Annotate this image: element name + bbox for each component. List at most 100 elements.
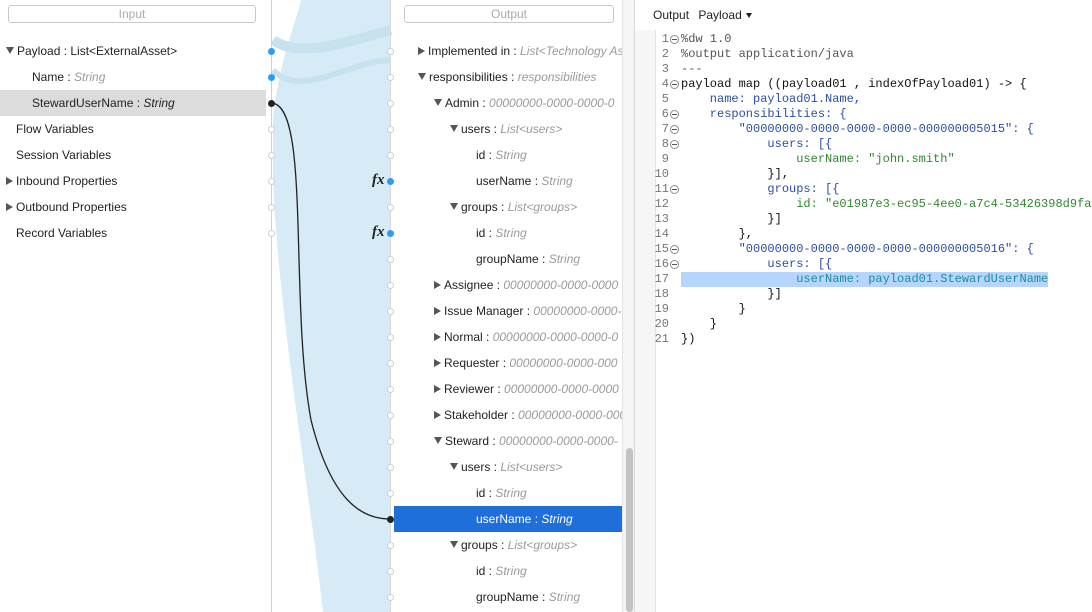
expand-arrow-icon[interactable] [6, 47, 14, 55]
code-line[interactable]: 13 }] [635, 212, 1092, 227]
connector-dot[interactable] [268, 74, 275, 81]
output-tree-admin-groups-groupname[interactable]: groupName : String [394, 246, 622, 272]
output-tree-steward-users-id[interactable]: id : String [394, 480, 622, 506]
connector-dot[interactable] [268, 126, 275, 133]
input-tree-session-variables[interactable]: Session Variables [16, 142, 111, 168]
connector-dot[interactable] [387, 126, 394, 133]
fold-toggle-icon[interactable] [670, 80, 679, 89]
connector-dot[interactable] [387, 386, 394, 393]
fold-toggle-icon[interactable] [670, 140, 679, 149]
output-tree-responsibilities[interactable]: responsibilities : responsibilities [394, 64, 622, 90]
output-tree-admin-users-id[interactable]: id : String [394, 142, 622, 168]
connector-dot[interactable] [387, 152, 394, 159]
code-line[interactable]: 9 userName: "john.smith" [635, 152, 1092, 167]
output-tree-admin-users-username[interactable]: userName : String [394, 168, 622, 194]
code-line[interactable]: 14 }, [635, 227, 1092, 242]
connector-dot[interactable] [268, 100, 275, 107]
output-scrollbar[interactable] [622, 0, 634, 612]
connector-dot[interactable] [268, 178, 275, 185]
code-line[interactable]: 6 responsibilities: { [635, 107, 1092, 122]
code-line[interactable]: 7 "00000000-0000-0000-0000-000000005015"… [635, 122, 1092, 137]
connector-dot[interactable] [387, 178, 394, 185]
connector-dot[interactable] [387, 100, 394, 107]
function-icon[interactable]: fx [372, 172, 385, 189]
output-tree-steward-users[interactable]: users : List<users> [394, 454, 622, 480]
code-line[interactable]: 21}) [635, 332, 1092, 347]
connector-dot[interactable] [268, 230, 275, 237]
expand-arrow-icon[interactable] [450, 541, 458, 549]
output-tree-reviewer[interactable]: Reviewer : 00000000-0000-0000 [394, 376, 622, 402]
expand-arrow-icon[interactable] [450, 463, 458, 471]
code-line[interactable]: 12 id: "e01987e3-ec95-4ee0-a7c4-53426398… [635, 197, 1092, 212]
output-tree-requester[interactable]: Requester : 00000000-0000-000 [394, 350, 622, 376]
output-tree-issue-manager[interactable]: Issue Manager : 00000000-0000- [394, 298, 622, 324]
output-tree-admin-groups[interactable]: groups : List<groups> [394, 194, 622, 220]
fold-toggle-icon[interactable] [670, 245, 679, 254]
expand-arrow-icon[interactable] [418, 73, 426, 81]
output-tree-normal[interactable]: Normal : 00000000-0000-0000-0 [394, 324, 622, 350]
expand-arrow-icon[interactable] [450, 125, 458, 133]
output-tree-assignee[interactable]: Assignee : 00000000-0000-0000 [394, 272, 622, 298]
collapse-arrow-icon[interactable] [434, 280, 441, 289]
collapse-arrow-icon[interactable] [6, 176, 13, 185]
output-tree-implemented-in[interactable]: Implemented in : List<Technology As [394, 38, 622, 64]
code-line[interactable]: 3 --- [635, 62, 1092, 77]
output-target-dropdown[interactable]: Payload [698, 8, 752, 22]
code-line[interactable]: 11 groups: [{ [635, 182, 1092, 197]
connector-dot[interactable] [387, 74, 394, 81]
output-search[interactable] [404, 5, 614, 23]
connector-dot[interactable] [387, 360, 394, 367]
mapping-canvas[interactable] [271, 0, 394, 612]
collapse-arrow-icon[interactable] [6, 202, 13, 211]
output-tree-admin-users[interactable]: users : List<users> [394, 116, 622, 142]
output-tree-steward-groups-groupname[interactable]: groupName : String [394, 584, 622, 610]
input-tree-inbound-properties[interactable]: Inbound Properties [6, 168, 117, 194]
connector-dot[interactable] [387, 48, 394, 55]
connector-dot[interactable] [387, 594, 394, 601]
fold-toggle-icon[interactable] [670, 185, 679, 194]
code-line-selected[interactable]: 17 userName: payload01.StewardUserName [635, 272, 1092, 287]
function-icon[interactable]: fx [372, 224, 385, 241]
collapse-arrow-icon[interactable] [418, 46, 425, 55]
connector-dot[interactable] [387, 516, 394, 523]
code-line[interactable]: 20 } [635, 317, 1092, 332]
code-line[interactable]: 2 %output application/java [635, 47, 1092, 62]
input-tree-flow-variables[interactable]: Flow Variables [16, 116, 94, 142]
connector-dot[interactable] [387, 412, 394, 419]
connector-dot[interactable] [387, 438, 394, 445]
code-line[interactable]: 15 "00000000-0000-0000-0000-000000005016… [635, 242, 1092, 257]
connector-dot[interactable] [387, 464, 394, 471]
output-tree-steward-groups-id[interactable]: id : String [394, 558, 622, 584]
fold-toggle-icon[interactable] [670, 35, 679, 44]
connector-dot[interactable] [268, 152, 275, 159]
code-line[interactable]: 1 %dw 1.0 [635, 32, 1092, 47]
connector-dot[interactable] [387, 256, 394, 263]
output-tree-steward[interactable]: Steward : 00000000-0000-0000- [394, 428, 622, 454]
collapse-arrow-icon[interactable] [434, 358, 441, 367]
connector-dot[interactable] [387, 308, 394, 315]
fold-toggle-icon[interactable] [670, 125, 679, 134]
fold-toggle-icon[interactable] [670, 110, 679, 119]
output-tree-admin-groups-id[interactable]: id : String [394, 220, 622, 246]
connector-dot[interactable] [387, 490, 394, 497]
output-tree-admin[interactable]: Admin : 00000000-0000-0000-0 [394, 90, 622, 116]
connector-dot[interactable] [387, 282, 394, 289]
expand-arrow-icon[interactable] [434, 99, 442, 107]
output-scrollbar-thumb[interactable] [626, 448, 633, 612]
connector-dot[interactable] [268, 204, 275, 211]
output-tree-steward-users-username[interactable]: userName : String [394, 506, 622, 532]
collapse-arrow-icon[interactable] [434, 410, 441, 419]
connector-dot[interactable] [387, 542, 394, 549]
expand-arrow-icon[interactable] [434, 437, 442, 445]
code-line[interactable]: 8 users: [{ [635, 137, 1092, 152]
connector-dot[interactable] [387, 334, 394, 341]
input-tree-name[interactable]: Name : String [32, 64, 105, 90]
collapse-arrow-icon[interactable] [434, 332, 441, 341]
fold-toggle-icon[interactable] [670, 260, 679, 269]
collapse-arrow-icon[interactable] [434, 306, 441, 315]
collapse-arrow-icon[interactable] [434, 384, 441, 393]
output-tree-stakeholder[interactable]: Stakeholder : 00000000-0000-000 [394, 402, 622, 428]
code-line[interactable]: 16 users: [{ [635, 257, 1092, 272]
input-tree-steward-user-name[interactable]: StewardUserName : String [0, 90, 266, 116]
code-line[interactable]: 19 } [635, 302, 1092, 317]
